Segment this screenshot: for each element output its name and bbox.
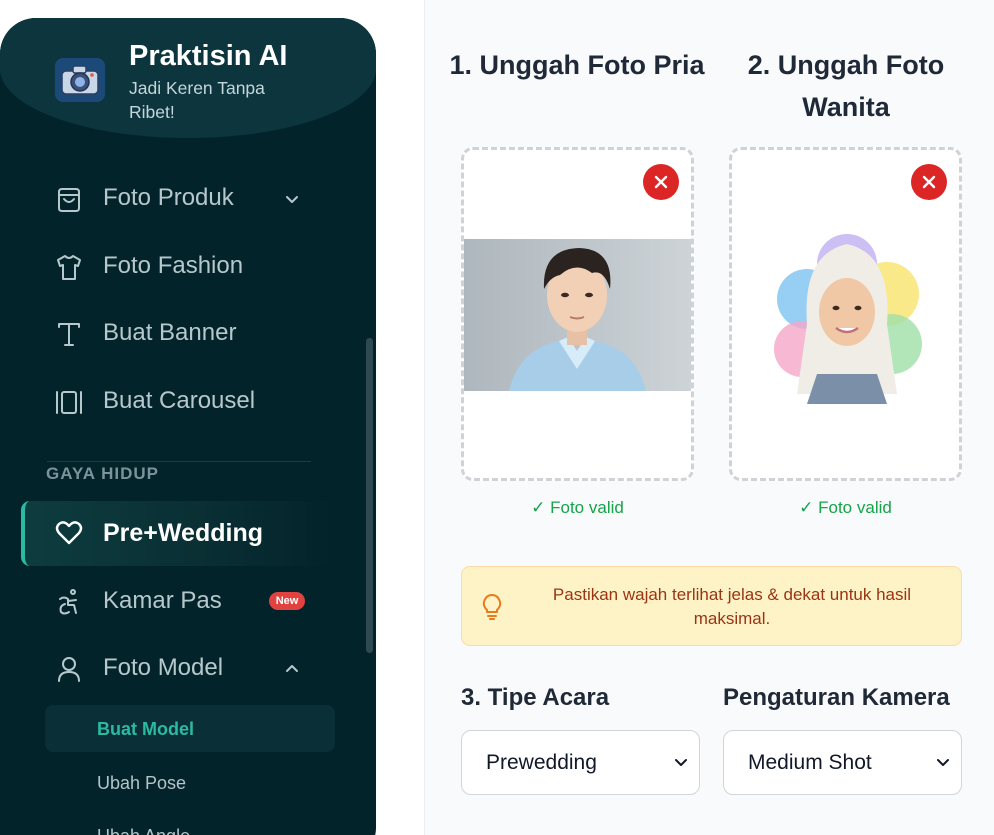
- remove-female-photo-button[interactable]: [911, 164, 947, 200]
- shirt-icon: [57, 255, 81, 280]
- shopping-bag-icon: [58, 188, 80, 212]
- sidebar-item-label: Kamar Pas: [103, 587, 222, 614]
- text-t-icon: [58, 323, 80, 346]
- heart-icon: [55, 521, 83, 545]
- accessibility-icon: [59, 589, 77, 615]
- event-type-label: 3. Tipe Acara: [461, 684, 610, 711]
- tip-text: Pastikan wajah terlihat jelas & dekat un…: [552, 585, 912, 628]
- sub-item-ubah-pose[interactable]: Ubah Pose: [97, 773, 186, 794]
- chevron-up-icon: [286, 665, 298, 672]
- sidebar-item-kamar-pas[interactable]: Kamar Pas: [0, 571, 376, 631]
- user-icon: [58, 657, 80, 682]
- close-icon: [922, 175, 936, 189]
- camera-logo-icon: [55, 58, 105, 102]
- event-type-select[interactable]: Prewedding: [461, 730, 700, 795]
- sidebar-divider: [47, 461, 311, 462]
- male-photo-status: ✓ Foto valid: [531, 498, 624, 517]
- main-content: 1. Unggah Foto Pria 2. Unggah Foto Wanit…: [424, 0, 994, 835]
- sub-item-label: Buat Model: [97, 719, 194, 739]
- sub-item-buat-model[interactable]: Buat Model: [45, 705, 335, 752]
- chevron-down-icon: [675, 759, 687, 766]
- sidebar-item-buat-banner[interactable]: Buat Banner: [0, 303, 376, 363]
- sidebar-item-label: Foto Produk: [103, 184, 234, 211]
- section-title-gaya-hidup: GAYA HIDUP: [46, 464, 159, 483]
- new-badge: New: [269, 592, 305, 610]
- sidebar-item-foto-fashion[interactable]: Foto Fashion: [0, 236, 376, 296]
- lightbulb-icon: [482, 594, 502, 620]
- sidebar-scrollbar[interactable]: [366, 338, 373, 653]
- sidebar-item-buat-carousel[interactable]: Buat Carousel: [0, 371, 376, 431]
- sidebar: Praktisin AI Jadi Keren Tanpa Ribet! Fot…: [0, 18, 376, 835]
- remove-male-photo-button[interactable]: [643, 164, 679, 200]
- female-photo-status: ✓ Foto valid: [799, 498, 892, 517]
- sidebar-item-label: Buat Carousel: [103, 387, 256, 414]
- upload-male-dropzone[interactable]: [461, 147, 694, 481]
- carousel-icon: [56, 391, 82, 414]
- camera-value: Medium Shot: [748, 751, 872, 774]
- sidebar-item-label: Foto Fashion: [103, 252, 244, 279]
- sidebar-item-label: Pre+Wedding: [103, 519, 263, 547]
- tip-box: Pastikan wajah terlihat jelas & dekat un…: [461, 566, 962, 646]
- upload-female-title: 2. Unggah Foto Wanita: [747, 50, 945, 122]
- camera-select[interactable]: Medium Shot: [723, 730, 962, 795]
- upload-male-title: 1. Unggah Foto Pria: [449, 50, 705, 80]
- sidebar-item-label: Foto Model: [103, 654, 224, 681]
- brand-subtitle: Jadi Keren Tanpa Ribet!: [129, 78, 265, 122]
- sidebar-item-prewedding[interactable]: Pre+Wedding: [21, 501, 331, 566]
- sidebar-item-foto-model[interactable]: Foto Model: [0, 638, 376, 698]
- camera-settings-label: Pengaturan Kamera: [723, 684, 950, 711]
- brand-title: Praktisin AI: [129, 40, 288, 72]
- sub-item-ubah-angle[interactable]: Ubah Angle: [97, 826, 190, 835]
- sidebar-item-foto-produk[interactable]: Foto Produk: [0, 168, 376, 228]
- male-photo: [464, 239, 691, 391]
- close-icon: [654, 175, 668, 189]
- chevron-down-icon: [937, 759, 949, 766]
- event-type-value: Prewedding: [486, 751, 597, 774]
- brand-header: Praktisin AI Jadi Keren Tanpa Ribet!: [0, 18, 376, 138]
- female-photo: [774, 234, 922, 404]
- chevron-down-icon: [286, 196, 298, 203]
- upload-female-dropzone[interactable]: [729, 147, 962, 481]
- sidebar-item-label: Buat Banner: [103, 319, 237, 346]
